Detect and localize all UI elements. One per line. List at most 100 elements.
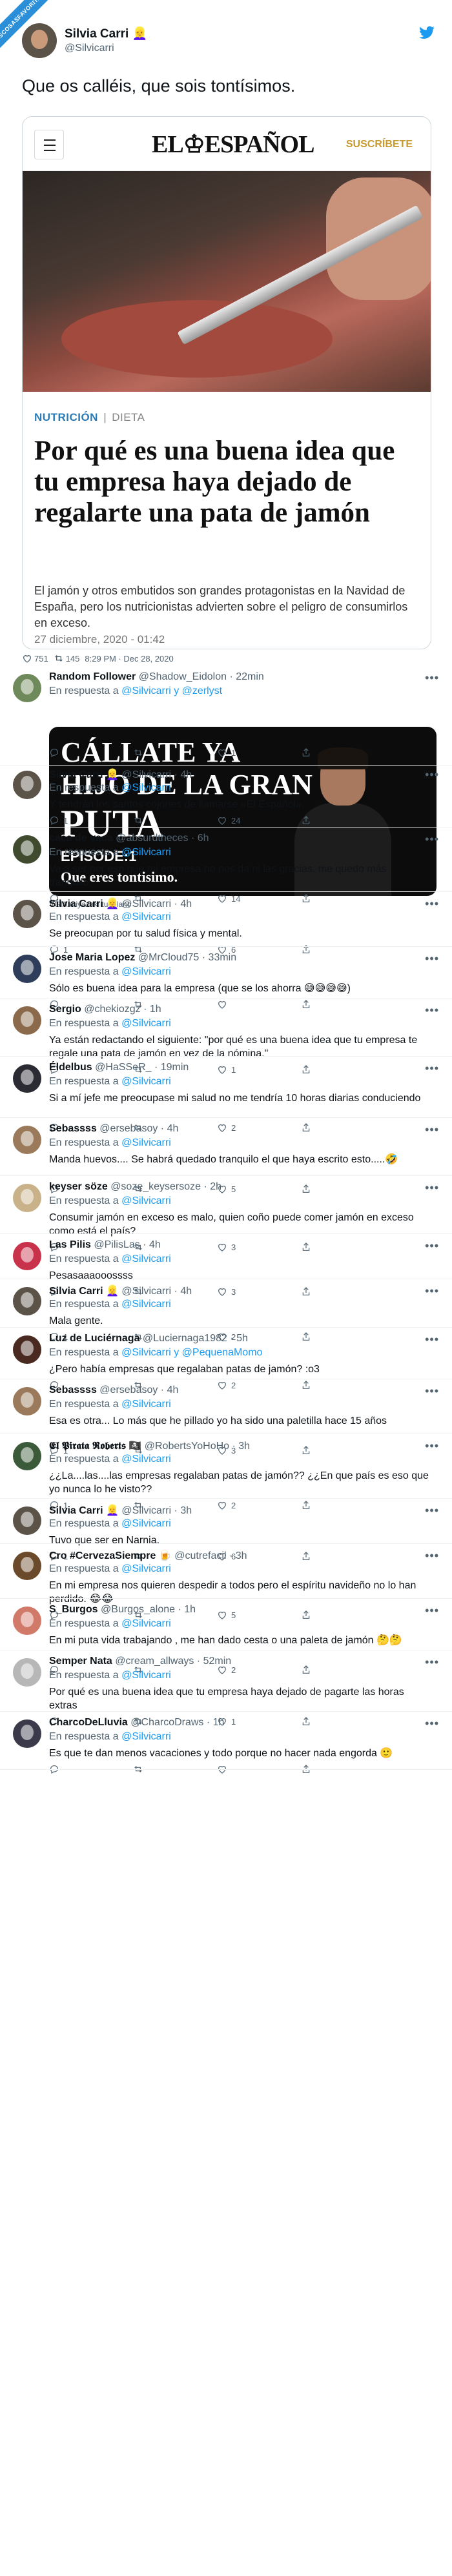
reply-to-link[interactable]: @Silvicarri bbox=[121, 782, 171, 793]
reply-button[interactable]: 1 bbox=[49, 815, 68, 826]
reply-avatar[interactable] bbox=[13, 955, 41, 983]
reply-time[interactable]: 4h bbox=[180, 769, 192, 780]
reply-to-link[interactable]: @Silvicarri bbox=[121, 1454, 171, 1465]
reply-time[interactable]: 4h bbox=[149, 1239, 161, 1250]
reply-avatar[interactable] bbox=[13, 771, 41, 799]
share-button[interactable] bbox=[301, 815, 311, 826]
reply-avatar[interactable] bbox=[13, 1006, 41, 1035]
reply-name[interactable]: Silvia Carri 👱‍♀️ bbox=[49, 1286, 119, 1297]
reply-avatar[interactable] bbox=[13, 1719, 41, 1748]
reply-name[interactable]: caca de vaca bbox=[49, 833, 113, 844]
reply-to-link[interactable]: @Silvicarri y @zerlyst bbox=[121, 685, 222, 696]
reply-name[interactable]: Sebassss bbox=[49, 1384, 97, 1395]
reply-time[interactable]: 2h bbox=[210, 1181, 221, 1192]
more-options-icon[interactable]: ••• bbox=[425, 1504, 439, 1517]
reply-name[interactable]: CharcoDeLluvia bbox=[49, 1717, 128, 1728]
more-options-icon[interactable]: ••• bbox=[425, 897, 439, 911]
reply-name[interactable]: Random Follower bbox=[49, 671, 136, 682]
reply-handle[interactable]: @MrCloud75 bbox=[138, 952, 200, 963]
retweets-count[interactable]: 145 bbox=[54, 653, 79, 664]
reply-time[interactable]: 3h bbox=[180, 1505, 192, 1516]
retweet-button[interactable] bbox=[133, 747, 147, 758]
author-avatar[interactable] bbox=[22, 23, 57, 58]
more-options-icon[interactable]: ••• bbox=[425, 1604, 439, 1618]
more-options-icon[interactable]: ••• bbox=[425, 1333, 439, 1346]
reply-time[interactable]: 22min bbox=[236, 671, 264, 682]
reply-handle[interactable]: @cutrefacil bbox=[174, 1550, 226, 1561]
reply-to-link[interactable]: @Silvicarri y @PequenaMomo bbox=[121, 1347, 262, 1358]
reply-button[interactable] bbox=[49, 747, 63, 758]
reply-name[interactable]: Luz de Luciérnaga bbox=[49, 1333, 139, 1344]
reply-to-link[interactable]: @Silvicarri bbox=[121, 1253, 171, 1264]
reply-avatar[interactable] bbox=[13, 1607, 41, 1635]
reply-handle[interactable]: @PilisLas bbox=[94, 1239, 139, 1250]
reply-time[interactable]: 5h bbox=[236, 1333, 248, 1344]
author-handle[interactable]: @Silvicarri bbox=[65, 43, 114, 54]
more-options-icon[interactable]: ••• bbox=[425, 1549, 439, 1563]
reply-name[interactable]: Sebassss bbox=[49, 1123, 97, 1134]
reply-handle[interactable]: @chekiozgz bbox=[84, 1004, 140, 1015]
reply-avatar[interactable] bbox=[13, 1126, 41, 1154]
reply-avatar[interactable] bbox=[13, 900, 41, 928]
reply-to-link[interactable]: @Silvicarri bbox=[121, 1195, 171, 1206]
more-options-icon[interactable]: ••• bbox=[425, 1284, 439, 1298]
subscribe-link[interactable]: SUSCRÍBETE bbox=[346, 139, 413, 150]
reply-name[interactable]: Las Pilis bbox=[49, 1239, 91, 1250]
reply-handle[interactable]: @Burgos_alone bbox=[101, 1604, 175, 1615]
reply-to-link[interactable]: @Silvicarri bbox=[121, 1731, 171, 1742]
reply-handle[interactable]: @cream_allways bbox=[115, 1656, 194, 1667]
reply-name[interactable]: Cro #CervezaSiempre 🍺 bbox=[49, 1550, 172, 1561]
retweet-button[interactable] bbox=[133, 815, 147, 826]
reply-name[interactable]: S_Burgos bbox=[49, 1604, 98, 1615]
reply-handle[interactable]: @Silvicarri bbox=[121, 1505, 171, 1516]
reply-name[interactable]: Sergio bbox=[49, 1004, 81, 1015]
reply-handle[interactable]: @Luciernaga1982 bbox=[143, 1333, 227, 1344]
reply-name[interactable]: Silvia Carri 👱‍♀️ bbox=[49, 1505, 119, 1516]
reply-name[interactable]: Silvia Carri 👱‍♀️ bbox=[49, 898, 119, 909]
reply-handle[interactable]: @Shadow_Eidolon bbox=[139, 671, 227, 682]
reply-handle[interactable]: @Silvicarri bbox=[121, 769, 171, 780]
twitter-bird-icon[interactable] bbox=[418, 25, 435, 41]
reply-to-link[interactable]: @Silvicarri bbox=[121, 966, 171, 977]
reply-handle[interactable]: @RobertsYoHoHo bbox=[145, 1441, 229, 1452]
tweet-timestamp[interactable]: 8:29 PM · Dec 28, 2020 bbox=[85, 654, 173, 664]
reply-avatar[interactable] bbox=[13, 1506, 41, 1535]
reply-time[interactable]: 52min bbox=[203, 1656, 232, 1667]
reply-avatar[interactable] bbox=[13, 1335, 41, 1364]
reply-handle[interactable]: @Silvicarri bbox=[121, 1286, 171, 1297]
reply-time[interactable]: 3h bbox=[236, 1550, 247, 1561]
more-options-icon[interactable]: ••• bbox=[425, 952, 439, 966]
reply-handle[interactable]: @ersebasoy bbox=[99, 1384, 158, 1395]
reply-avatar[interactable] bbox=[13, 1552, 41, 1580]
site-logo[interactable]: EL♔ESPAÑOL bbox=[152, 130, 314, 159]
reply-avatar[interactable] bbox=[13, 835, 41, 864]
reply-handle[interactable]: @soze_keysersoze bbox=[110, 1181, 201, 1192]
like-button[interactable]: 24 bbox=[217, 815, 240, 826]
reply-handle[interactable]: @absurdtheces bbox=[116, 833, 188, 844]
reply-to-link[interactable]: @Silvicarri bbox=[121, 1299, 171, 1310]
reply-time[interactable]: 1h bbox=[184, 1604, 196, 1615]
reply-time[interactable]: 1h bbox=[213, 1717, 225, 1728]
reply-avatar[interactable] bbox=[13, 1442, 41, 1470]
more-options-icon[interactable]: ••• bbox=[425, 1181, 439, 1195]
subcategory-link[interactable]: DIETA bbox=[112, 411, 145, 423]
reply-to-link[interactable]: @Silvicarri bbox=[121, 1563, 171, 1574]
reply-to-link[interactable]: @Silvicarri bbox=[121, 1518, 171, 1529]
category-link[interactable]: NUTRICIÓN bbox=[34, 411, 98, 423]
reply-name[interactable]: keyser söze bbox=[49, 1181, 108, 1192]
reply-avatar[interactable] bbox=[13, 1064, 41, 1093]
more-options-icon[interactable]: ••• bbox=[425, 833, 439, 846]
reply-name[interactable]: Éldelbus bbox=[49, 1062, 92, 1073]
reply-to-link[interactable]: @Silvicarri bbox=[121, 1670, 171, 1681]
more-options-icon[interactable]: ••• bbox=[425, 1717, 439, 1730]
more-options-icon[interactable]: ••• bbox=[425, 1062, 439, 1075]
more-options-icon[interactable]: ••• bbox=[425, 768, 439, 782]
reply-time[interactable]: 4h bbox=[180, 1286, 192, 1297]
reply-to-link[interactable]: @Silvicarri bbox=[121, 1076, 171, 1087]
reply-handle[interactable]: @CharcoDraws bbox=[130, 1717, 203, 1728]
reply-time[interactable]: 4h bbox=[167, 1384, 179, 1395]
reply-time[interactable]: 3h bbox=[238, 1441, 250, 1452]
reply-handle[interactable]: @Silvicarri bbox=[121, 898, 171, 909]
reply-time[interactable]: 1h bbox=[150, 1004, 161, 1015]
reply-time[interactable]: 4h bbox=[180, 898, 192, 909]
